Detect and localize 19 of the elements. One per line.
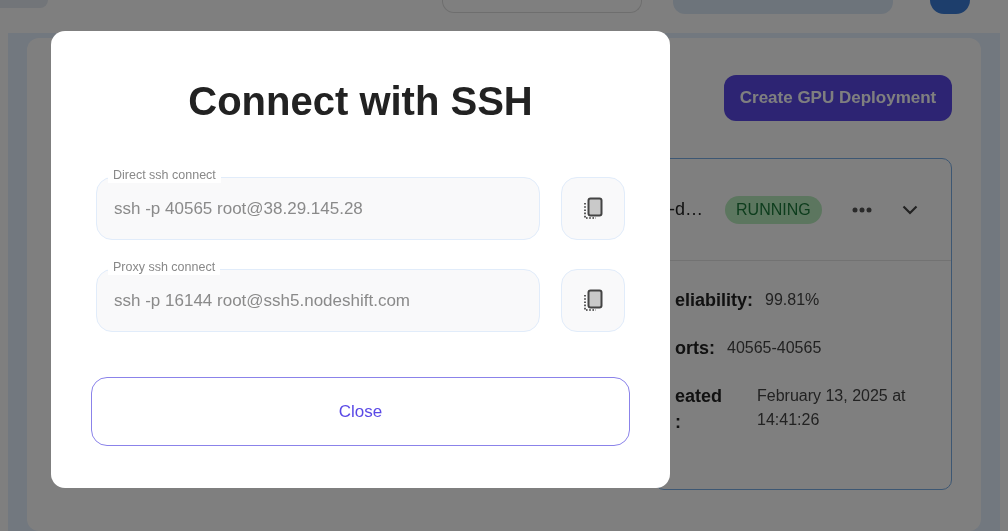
detail-value: February 13, 2025 at 14:41:26 (757, 386, 907, 430)
chevron-down-icon[interactable] (901, 204, 918, 215)
copy-button[interactable] (561, 177, 625, 240)
copy-icon (582, 288, 604, 313)
detail-label: eated (675, 385, 724, 408)
detail-label: : (675, 411, 682, 434)
create-deployment-button[interactable]: Create GPU Deployment (724, 75, 952, 121)
status-badge: RUNNING (725, 195, 822, 224)
detail-label: orts: (675, 337, 715, 360)
copy-icon (582, 196, 604, 221)
detail-value: 99.81% (765, 290, 821, 310)
detail-value: 40565-40565 (727, 338, 823, 358)
copy-button[interactable] (561, 269, 625, 332)
close-button[interactable]: Close (91, 377, 630, 446)
more-icon[interactable] (851, 206, 872, 213)
detail-label: eliability: (675, 289, 754, 312)
deployment-name: -d… (669, 199, 703, 220)
dialog-title: Connect with SSH (188, 78, 533, 125)
avatar[interactable] (930, 0, 970, 14)
